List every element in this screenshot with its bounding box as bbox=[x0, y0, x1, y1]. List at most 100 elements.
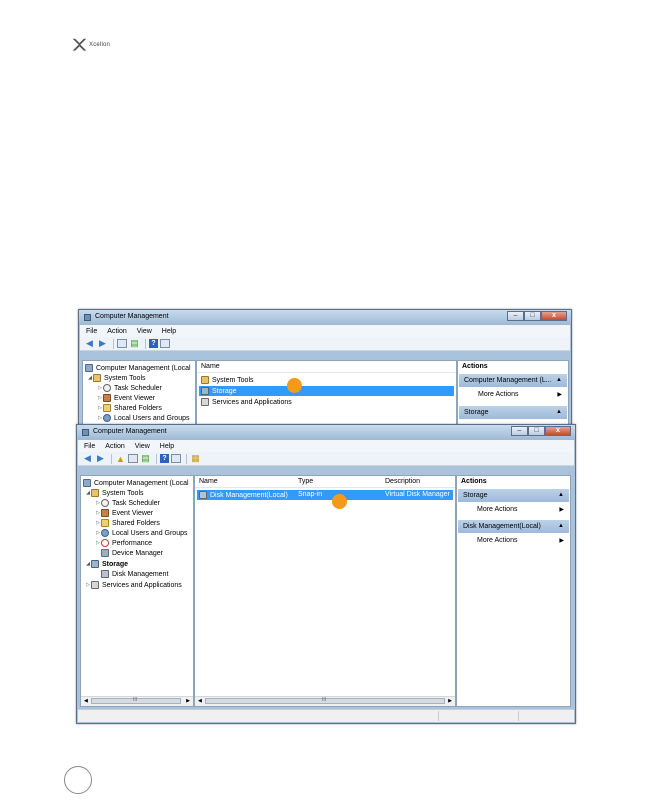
tree-item-local-users[interactable]: ▷ Local Users and Groups bbox=[97, 413, 189, 423]
close-button[interactable]: x bbox=[545, 426, 571, 436]
maximize-button[interactable]: □ bbox=[524, 311, 541, 321]
results-list[interactable]: Name System Tools Storage Services and A… bbox=[196, 360, 457, 426]
tree-item-computer-management[interactable]: Computer Management (Local bbox=[85, 363, 191, 373]
callout-marker-disk-management bbox=[332, 494, 347, 509]
menu-help[interactable]: Help bbox=[162, 328, 176, 335]
more-actions-link[interactable]: More Actions ▶ bbox=[478, 391, 562, 401]
collapse-up-icon[interactable]: ▲ bbox=[556, 409, 562, 415]
horizontal-scrollbar[interactable]: ◀ III ▶ bbox=[195, 696, 455, 706]
collapse-up-icon[interactable]: ▲ bbox=[556, 377, 562, 383]
show-hide-action-pane-icon[interactable] bbox=[171, 454, 181, 463]
minimize-button[interactable]: – bbox=[511, 426, 528, 436]
maximize-button[interactable]: □ bbox=[528, 426, 545, 436]
help-icon[interactable]: ? bbox=[149, 339, 158, 348]
more-actions-link-2[interactable]: More Actions ▶ bbox=[477, 537, 564, 547]
collapse-up-icon[interactable]: ▲ bbox=[558, 492, 564, 498]
forward-arrow-icon[interactable]: ▶ bbox=[97, 338, 108, 349]
show-hide-action-pane-icon[interactable] bbox=[160, 339, 170, 348]
close-button[interactable]: x bbox=[541, 311, 567, 321]
disk-icon bbox=[199, 491, 207, 499]
horizontal-scrollbar[interactable]: ◀ III ▶ bbox=[81, 696, 193, 706]
tree-item-performance[interactable]: ▷ Performance bbox=[95, 538, 152, 548]
page-number-circle bbox=[64, 766, 92, 794]
menu-bar: File Action View Help bbox=[80, 325, 570, 337]
menu-action[interactable]: Action bbox=[107, 328, 126, 335]
actions-title: Actions bbox=[462, 363, 488, 370]
disk-properties-icon[interactable]: ▦ bbox=[190, 453, 201, 464]
scroll-grip: III bbox=[322, 697, 327, 703]
show-hide-tree-icon[interactable] bbox=[128, 454, 138, 463]
title-bar[interactable]: Computer Management – □ x bbox=[77, 425, 575, 440]
computer-management-window-back[interactable]: Computer Management – □ x File Action Vi… bbox=[78, 309, 572, 428]
list-item-storage[interactable]: Storage bbox=[199, 386, 454, 396]
menu-action[interactable]: Action bbox=[105, 443, 124, 450]
window-title: Computer Management bbox=[93, 428, 167, 435]
services-icon bbox=[201, 398, 209, 406]
tree-item-system-tools[interactable]: ◢ System Tools bbox=[85, 488, 144, 498]
tree-item-task-scheduler[interactable]: ▷ Task Scheduler bbox=[95, 498, 160, 508]
back-arrow-icon[interactable]: ◀ bbox=[82, 453, 93, 464]
action-section-computer-management[interactable]: Computer Management (L... ▲ bbox=[459, 374, 567, 387]
scroll-right-icon[interactable]: ▶ bbox=[448, 698, 452, 704]
title-bar[interactable]: Computer Management – □ x bbox=[79, 310, 571, 325]
computer-icon bbox=[83, 479, 91, 487]
navigation-tree[interactable]: Computer Management (Local ◢ System Tool… bbox=[82, 360, 196, 426]
column-header[interactable]: Name Type Description bbox=[195, 476, 455, 488]
scroll-left-icon[interactable]: ◀ bbox=[84, 698, 88, 704]
more-actions-link[interactable]: More Actions ▶ bbox=[477, 506, 564, 516]
forward-arrow-icon[interactable]: ▶ bbox=[95, 453, 106, 464]
results-list[interactable]: Name Type Description Disk Management(Lo… bbox=[194, 475, 456, 707]
menu-view[interactable]: View bbox=[137, 328, 152, 335]
navigation-tree[interactable]: Computer Management (Local ◢ System Tool… bbox=[80, 475, 194, 707]
tree-item-storage[interactable]: ◢ Storage bbox=[85, 559, 128, 569]
list-item-services[interactable]: Services and Applications bbox=[199, 397, 454, 407]
action-section-storage[interactable]: Storage ▲ bbox=[459, 406, 567, 419]
column-description[interactable]: Description bbox=[385, 478, 420, 485]
up-folder-icon[interactable]: ▲ bbox=[115, 454, 126, 464]
xcellon-logo-icon bbox=[72, 38, 87, 51]
show-hide-tree-icon[interactable] bbox=[117, 339, 127, 348]
tree-item-disk-management[interactable]: Disk Management bbox=[101, 569, 168, 579]
scroll-right-icon[interactable]: ▶ bbox=[186, 698, 190, 704]
actions-pane[interactable]: Actions Storage ▲ More Actions ▶ Disk Ma… bbox=[456, 475, 571, 707]
column-name[interactable]: Name bbox=[199, 478, 218, 485]
computer-management-window-front[interactable]: Computer Management – □ x File Action Vi… bbox=[76, 424, 576, 724]
column-type[interactable]: Type bbox=[298, 478, 313, 485]
menu-file[interactable]: File bbox=[86, 328, 97, 335]
action-section-storage[interactable]: Storage ▲ bbox=[458, 489, 569, 502]
actions-pane[interactable]: Actions Computer Management (L... ▲ More… bbox=[457, 360, 569, 426]
export-list-icon[interactable]: ▤ bbox=[140, 453, 151, 464]
menu-file[interactable]: File bbox=[84, 443, 95, 450]
status-bar bbox=[78, 709, 574, 722]
tree-item-task-scheduler[interactable]: ▷ Task Scheduler bbox=[97, 383, 162, 393]
column-header[interactable]: Name bbox=[197, 361, 456, 373]
list-item-system-tools[interactable]: System Tools bbox=[199, 375, 454, 385]
export-list-icon[interactable]: ▤ bbox=[129, 338, 140, 349]
collapse-up-icon[interactable]: ▲ bbox=[558, 523, 564, 529]
tools-icon bbox=[91, 489, 99, 497]
help-icon[interactable]: ? bbox=[160, 454, 169, 463]
tree-item-computer-management[interactable]: Computer Management (Local bbox=[83, 478, 189, 488]
device-manager-icon bbox=[101, 549, 109, 557]
event-viewer-icon bbox=[101, 509, 109, 517]
action-section-disk-management[interactable]: Disk Management(Local) ▲ bbox=[458, 520, 569, 533]
column-name[interactable]: Name bbox=[201, 363, 220, 370]
xcellon-logo: Xcellon bbox=[71, 36, 131, 54]
tree-item-event-viewer[interactable]: ▷ Event Viewer bbox=[95, 508, 153, 518]
submenu-arrow-icon: ▶ bbox=[559, 538, 564, 544]
tree-item-event-viewer[interactable]: ▷ Event Viewer bbox=[97, 393, 155, 403]
menu-help[interactable]: Help bbox=[160, 443, 174, 450]
storage-icon bbox=[201, 387, 209, 395]
tree-item-local-users[interactable]: ▷ Local Users and Groups bbox=[95, 528, 187, 538]
back-arrow-icon[interactable]: ◀ bbox=[84, 338, 95, 349]
tree-item-device-manager[interactable]: Device Manager bbox=[101, 548, 163, 558]
list-item-disk-management[interactable]: Disk Management(Local) Snap-in Virtual D… bbox=[197, 490, 453, 500]
tree-item-services-applications[interactable]: ▷ Services and Applications bbox=[85, 580, 182, 590]
users-icon bbox=[101, 529, 109, 537]
tree-item-shared-folders[interactable]: ▷ Shared Folders bbox=[95, 518, 160, 528]
tree-item-system-tools[interactable]: ◢ System Tools bbox=[87, 373, 146, 383]
tree-item-shared-folders[interactable]: ▷ Shared Folders bbox=[97, 403, 162, 413]
scroll-left-icon[interactable]: ◀ bbox=[198, 698, 202, 704]
minimize-button[interactable]: – bbox=[507, 311, 524, 321]
menu-view[interactable]: View bbox=[135, 443, 150, 450]
